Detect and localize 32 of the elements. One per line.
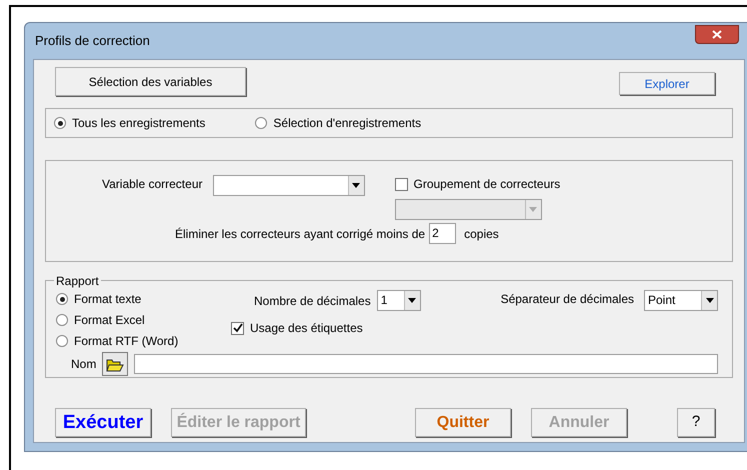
decimals-label: Nombre de décimales — [254, 292, 371, 310]
radio-label: Format RTF (Word) — [74, 333, 178, 350]
separator-label: Séparateur de décimales — [500, 291, 634, 308]
radio-button[interactable] — [56, 293, 68, 305]
radio-button[interactable] — [56, 335, 68, 347]
radio-label: Tous les enregistrements — [72, 115, 206, 132]
select-variables-button[interactable]: Sélection des variables — [55, 67, 246, 96]
checkbox[interactable] — [231, 322, 244, 334]
checkbox-label: Groupement de correcteurs — [414, 176, 560, 193]
file-name-field[interactable] — [134, 354, 718, 374]
decimals-dropdown[interactable]: 1 — [376, 290, 421, 311]
radio-button[interactable] — [54, 117, 66, 129]
name-label: Nom — [71, 356, 96, 373]
window-title: Profils de correction — [35, 32, 150, 50]
folder-icon — [106, 356, 124, 372]
close-icon[interactable] — [695, 24, 739, 44]
explore-button[interactable]: Explorer — [619, 72, 715, 95]
radio-button[interactable] — [56, 314, 68, 326]
separator-dropdown[interactable]: Point — [644, 290, 718, 311]
checkbox-label: Usage des étiquettes — [250, 320, 363, 337]
radio-label: Format texte — [74, 291, 142, 308]
open-folder-button[interactable] — [102, 352, 128, 376]
radio-button[interactable] — [255, 117, 268, 129]
radio-label: Sélection d'enregistrements — [273, 115, 422, 132]
copies-label: copies — [464, 226, 499, 242]
radio-label: Format Excel — [74, 312, 145, 329]
variable-label: Variable correcteur — [102, 176, 202, 193]
eliminate-label: Éliminer les correcteurs ayant corrigé moins de — [175, 226, 426, 242]
copies-field[interactable]: 2 — [429, 223, 456, 244]
checkbox[interactable] — [394, 178, 408, 190]
dialog-button[interactable]: Exécuter — [55, 408, 151, 437]
dialog-button[interactable]: ? — [677, 408, 715, 437]
